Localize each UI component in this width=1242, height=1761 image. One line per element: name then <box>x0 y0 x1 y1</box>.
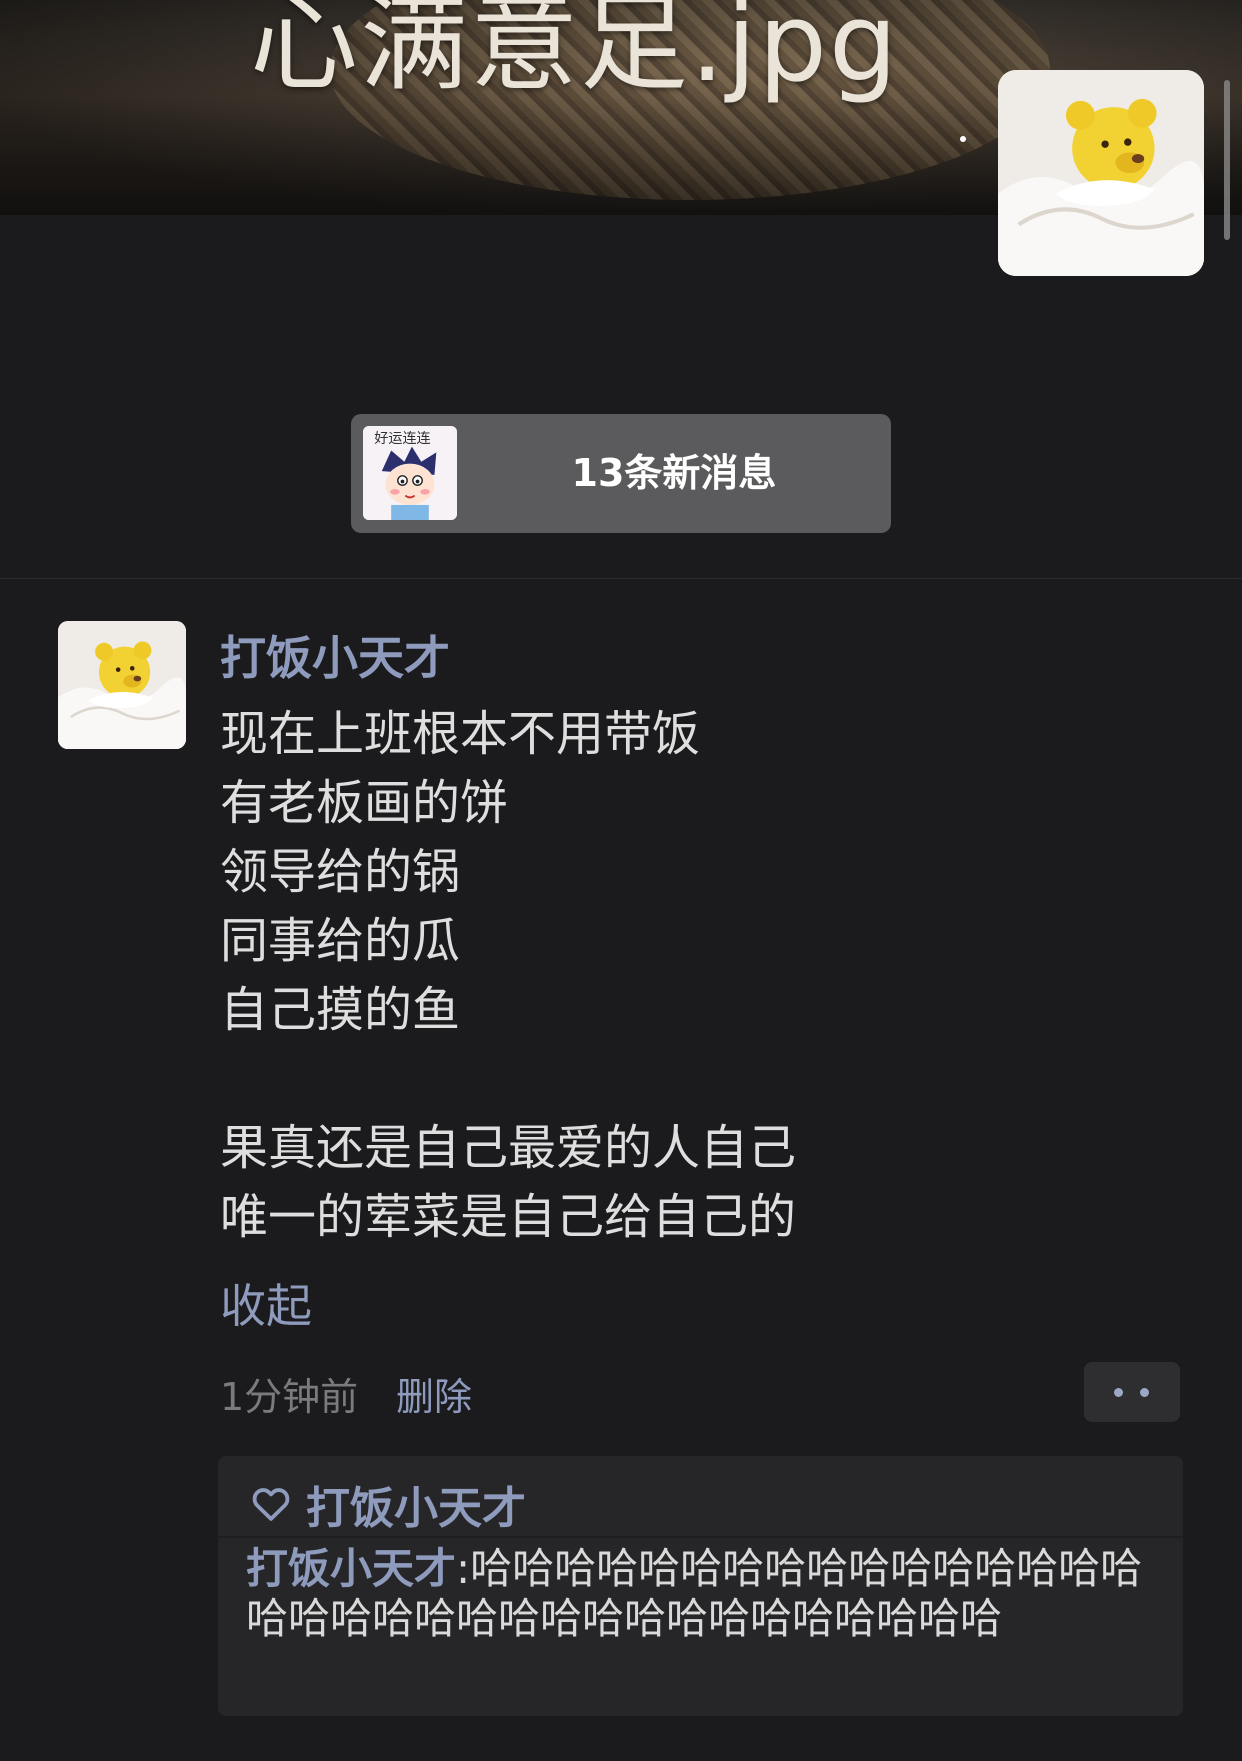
more-dot-icon <box>1140 1388 1149 1397</box>
new-messages-button[interactable]: 好运连连 13条新消息 <box>351 414 891 533</box>
heart-icon <box>252 1488 290 1521</box>
post-line: 自己摸的鱼 <box>220 982 461 1038</box>
scrollbar[interactable] <box>1224 80 1230 240</box>
post-line: 有老板画的饼 <box>220 775 509 831</box>
post-line: 果真还是自己最爱的人自己 <box>220 1120 797 1176</box>
like-user-name[interactable]: 打饭小天才 <box>306 1472 526 1536</box>
comment-separator: : <box>456 1544 471 1593</box>
post-line: 领导给的锅 <box>220 844 461 900</box>
post-content: 现在上班根本不用带饭 有老板画的饼 领导给的锅 同事给的瓜 自己摸的鱼 果真还是… <box>220 700 1120 1252</box>
post-line: 唯一的荤菜是自己给自己的 <box>220 1189 797 1245</box>
likes-row: 打饭小天才 <box>250 1474 526 1534</box>
post-line: 同事给的瓜 <box>220 913 461 969</box>
post-author-name[interactable]: 打饭小天才 <box>220 622 450 688</box>
cover-caption: 心满意足.jpg <box>250 0 900 106</box>
bear-avatar-icon <box>998 70 1204 276</box>
new-messages-label: 13条新消息 <box>571 451 777 495</box>
post-timestamp: 1分钟前 <box>220 1375 359 1419</box>
section-divider <box>0 578 1242 579</box>
bear-avatar-icon <box>58 621 186 749</box>
profile-avatar[interactable] <box>998 70 1204 276</box>
post-line: 现在上班根本不用带饭 <box>220 706 701 762</box>
more-actions-button[interactable] <box>1084 1362 1180 1422</box>
interaction-divider <box>218 1536 1183 1538</box>
new-message-thumb: 好运连连 <box>363 426 457 520</box>
comment-item[interactable]: 打饭小天才:哈哈哈哈哈哈哈哈哈哈哈哈哈哈哈哈哈哈哈哈哈哈哈哈哈哈哈哈哈哈哈哈哈哈 <box>246 1544 1166 1644</box>
delete-link[interactable]: 删除 <box>396 1366 472 1421</box>
thumb-text: 好运连连 <box>374 431 430 447</box>
post-author-avatar[interactable] <box>58 621 186 749</box>
interaction-panel: 打饭小天才 打饭小天才:哈哈哈哈哈哈哈哈哈哈哈哈哈哈哈哈哈哈哈哈哈哈哈哈哈哈哈哈… <box>218 1456 1183 1716</box>
comment-author[interactable]: 打饭小天才 <box>246 1544 456 1593</box>
post-line <box>220 1045 1120 1114</box>
cover-dot <box>960 136 966 142</box>
more-dot-icon <box>1114 1388 1123 1397</box>
collapse-link[interactable]: 收起 <box>220 1270 312 1336</box>
cartoon-boy-icon: 好运连连 <box>363 426 457 520</box>
